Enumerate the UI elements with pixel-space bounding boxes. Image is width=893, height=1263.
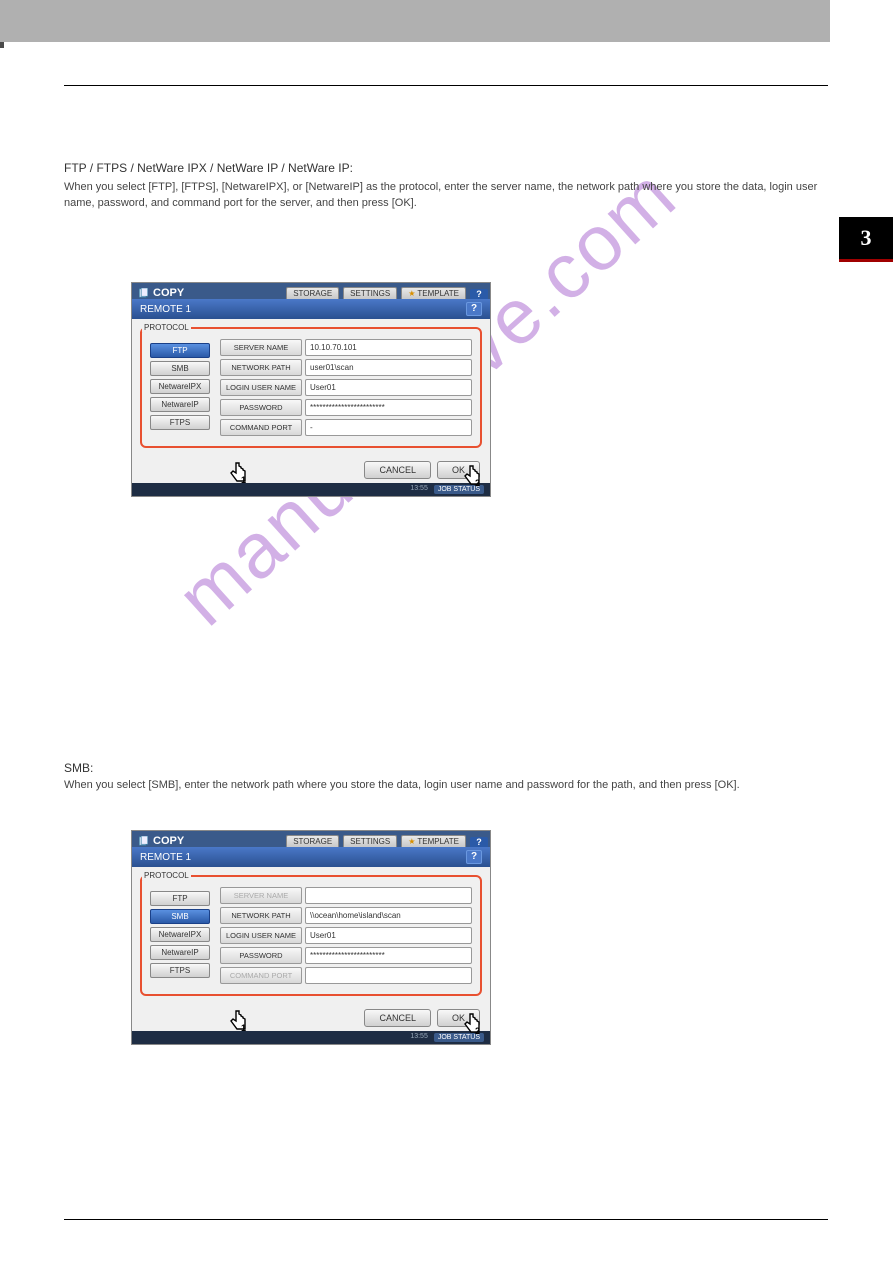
- horizontal-rule-top: [64, 85, 828, 86]
- server-name-value: [305, 887, 472, 904]
- network-path-label[interactable]: NETWORK PATH: [220, 359, 302, 376]
- login-user-name-value[interactable]: User01: [305, 927, 472, 944]
- panel-title-bar: REMOTE 1 ?: [132, 299, 490, 319]
- fields-column: SERVER NAME NETWORK PATH\\ocean\home\isl…: [220, 887, 472, 984]
- panel-title-bar: REMOTE 1 ?: [132, 847, 490, 867]
- highlighted-area: FTP SMB NetwareIPX NetwareIP FTPS SERVER…: [140, 327, 482, 448]
- panel-footer: CANCEL OK: [132, 456, 490, 483]
- copy-label: COPY: [138, 835, 184, 847]
- ftp-intro: When you select [FTP], [FTPS], [NetwareI…: [64, 180, 828, 212]
- protocol-netwareip-button[interactable]: NetwareIP: [150, 945, 210, 960]
- server-name-label[interactable]: SERVER NAME: [220, 339, 302, 356]
- copier-panel-smb: COPY STORAGE SETTINGS TEMPLATE ? REMOTE …: [131, 830, 491, 1045]
- network-path-value[interactable]: \\ocean\home\island\scan: [305, 907, 472, 924]
- command-port-value: [305, 967, 472, 984]
- document-icon: [138, 288, 150, 299]
- status-time: 13:55: [410, 1033, 428, 1042]
- job-status[interactable]: JOB STATUS: [434, 485, 484, 494]
- command-port-label[interactable]: COMMAND PORT: [220, 419, 302, 436]
- tab-template[interactable]: TEMPLATE: [401, 835, 466, 847]
- protocol-ftps-button[interactable]: FTPS: [150, 415, 210, 430]
- command-port-label: COMMAND PORT: [220, 967, 302, 984]
- copy-label: COPY: [138, 287, 184, 299]
- server-name-label: SERVER NAME: [220, 887, 302, 904]
- ftp-heading: FTP / FTPS / NetWare IPX / NetWare IP / …: [64, 160, 828, 177]
- command-port-value[interactable]: -: [305, 419, 472, 436]
- password-value[interactable]: ************************: [305, 947, 472, 964]
- protocol-label: PROTOCOL: [142, 871, 191, 880]
- help-icon[interactable]: ?: [466, 302, 482, 316]
- protocol-netwareip-button[interactable]: NetwareIP: [150, 397, 210, 412]
- protocol-label: PROTOCOL: [142, 323, 191, 332]
- tab-help[interactable]: ?: [470, 289, 488, 299]
- panel-title: REMOTE 1: [140, 304, 191, 315]
- copy-text: COPY: [153, 287, 184, 299]
- horizontal-rule-bottom: [64, 1219, 828, 1220]
- tab-settings[interactable]: SETTINGS: [343, 835, 397, 847]
- tab-storage[interactable]: STORAGE: [286, 835, 339, 847]
- panel-title: REMOTE 1: [140, 852, 191, 863]
- panel-footer: CANCEL OK: [132, 1004, 490, 1031]
- panel-tabs: COPY STORAGE SETTINGS TEMPLATE ?: [132, 831, 490, 847]
- side-chapter-tab: 3: [839, 217, 893, 259]
- ok-button[interactable]: OK: [437, 1009, 480, 1027]
- copier-panel-ftp: COPY STORAGE SETTINGS TEMPLATE ? REMOTE …: [131, 282, 491, 497]
- login-user-name-label[interactable]: LOGIN USER NAME: [220, 927, 302, 944]
- fields-column: SERVER NAME10.10.70.101 NETWORK PATHuser…: [220, 339, 472, 436]
- copy-text: COPY: [153, 835, 184, 847]
- tab-settings[interactable]: SETTINGS: [343, 287, 397, 299]
- highlighted-area: FTP SMB NetwareIPX NetwareIP FTPS SERVER…: [140, 875, 482, 996]
- smb-intro: When you select [SMB], enter the network…: [64, 778, 828, 794]
- network-path-label[interactable]: NETWORK PATH: [220, 907, 302, 924]
- tab-help[interactable]: ?: [470, 837, 488, 847]
- cancel-button[interactable]: CANCEL: [364, 1009, 431, 1027]
- help-icon[interactable]: ?: [466, 850, 482, 864]
- job-status[interactable]: JOB STATUS: [434, 1033, 484, 1042]
- protocol-netwareipx-button[interactable]: NetwareIPX: [150, 927, 210, 942]
- password-label[interactable]: PASSWORD: [220, 399, 302, 416]
- protocol-ftp-button[interactable]: FTP: [150, 891, 210, 906]
- status-time: 13:55: [410, 485, 428, 494]
- top-banner: [0, 0, 830, 42]
- status-bar: 13:55 JOB STATUS: [132, 483, 490, 496]
- panel-tabs: COPY STORAGE SETTINGS TEMPLATE ?: [132, 283, 490, 299]
- ok-button[interactable]: OK: [437, 461, 480, 479]
- document-icon: [138, 836, 150, 847]
- smb-heading: SMB:: [64, 760, 828, 777]
- server-name-value[interactable]: 10.10.70.101: [305, 339, 472, 356]
- protocol-ftps-button[interactable]: FTPS: [150, 963, 210, 978]
- password-value[interactable]: ************************: [305, 399, 472, 416]
- login-user-name-value[interactable]: User01: [305, 379, 472, 396]
- login-user-name-label[interactable]: LOGIN USER NAME: [220, 379, 302, 396]
- protocol-netwareipx-button[interactable]: NetwareIPX: [150, 379, 210, 394]
- protocol-ftp-button[interactable]: FTP: [150, 343, 210, 358]
- tab-storage[interactable]: STORAGE: [286, 287, 339, 299]
- status-bar: 13:55 JOB STATUS: [132, 1031, 490, 1044]
- top-dark-strip: [0, 42, 4, 48]
- protocol-smb-button[interactable]: SMB: [150, 909, 210, 924]
- protocol-smb-button[interactable]: SMB: [150, 361, 210, 376]
- protocol-column: FTP SMB NetwareIPX NetwareIP FTPS: [150, 891, 210, 984]
- network-path-value[interactable]: user01\scan: [305, 359, 472, 376]
- tab-template[interactable]: TEMPLATE: [401, 287, 466, 299]
- password-label[interactable]: PASSWORD: [220, 947, 302, 964]
- protocol-column: FTP SMB NetwareIPX NetwareIP FTPS: [150, 343, 210, 436]
- cancel-button[interactable]: CANCEL: [364, 461, 431, 479]
